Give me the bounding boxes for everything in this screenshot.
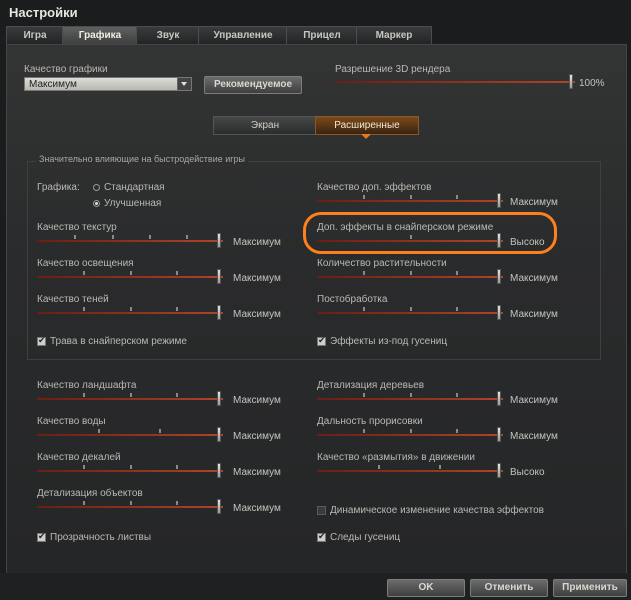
render-resolution-value: 100% [579,78,605,89]
decal-quality-label: Качество декалей [37,452,121,463]
tree-detail-slider[interactable] [317,391,503,406]
slider-thumb[interactable] [497,305,501,320]
shadow-quality-value: Максимум [233,309,281,320]
landscape-quality-slider[interactable] [37,391,223,406]
dynamic-effects-label: Динамическое изменение качества эффектов [330,505,544,516]
water-quality-label: Качество воды [37,416,106,427]
graphics-type-label: Графика: [37,182,80,193]
extra-effects-quality-label: Качество доп. эффектов [317,182,432,193]
radio-standard[interactable] [93,184,100,191]
foliage-transparency-label: Прозрачность листвы [50,532,152,543]
track-effects-checkbox[interactable] [317,335,326,346]
mode-advanced-button[interactable]: Расширенные [315,116,419,135]
water-quality-value: Максимум [233,431,281,442]
radio-improved-label: Улучшенная [104,198,162,209]
lighting-quality-value: Максимум [233,273,281,284]
highlight-annotation [303,212,557,254]
texture-quality-slider[interactable] [37,233,223,248]
tab-game[interactable]: Игра [6,26,64,44]
slider-thumb[interactable] [217,305,221,320]
foliage-transparency-checkbox[interactable] [37,531,46,542]
slider-thumb[interactable] [569,74,573,89]
landscape-quality-value: Максимум [233,395,281,406]
render-resolution-label: Разрешение 3D рендера [335,64,451,75]
texture-quality-label: Качество текстур [37,222,117,233]
render-resolution-slider[interactable] [335,74,575,89]
slider-thumb[interactable] [497,193,501,208]
window-title: Настройки [9,5,78,20]
slider-thumb[interactable] [497,463,501,478]
postprocessing-value: Максимум [510,309,558,320]
extra-effects-quality-value: Максимум [510,197,558,208]
motion-blur-value: Высоко [510,467,545,478]
motion-blur-slider[interactable] [317,463,503,478]
mode-screen-button[interactable]: Экран [213,116,317,135]
tab-controls[interactable]: Управление [198,26,288,44]
slider-thumb[interactable] [217,233,221,248]
postprocessing-slider[interactable] [317,305,503,320]
vegetation-amount-value: Максимум [510,273,558,284]
draw-distance-label: Дальность прорисовки [317,416,423,427]
motion-blur-label: Качество «размытия» в движении [317,452,475,463]
landscape-quality-label: Качество ландшафта [37,380,137,391]
apply-button[interactable]: Применить [553,579,627,597]
slider-thumb[interactable] [217,463,221,478]
tab-sight[interactable]: Прицел [286,26,358,44]
slider-thumb[interactable] [217,269,221,284]
slider-thumb[interactable] [217,427,221,442]
decal-quality-value: Максимум [233,467,281,478]
graphics-quality-select[interactable]: Максимум [24,77,192,91]
object-detail-value: Максимум [233,503,281,514]
group-title: Значительно влияющие на быстродействие и… [36,154,249,164]
tree-detail-value: Максимум [510,395,558,406]
object-detail-label: Детализация объектов [37,488,143,499]
tab-marker[interactable]: Маркер [356,26,432,44]
decal-quality-slider[interactable] [37,463,223,478]
ok-button[interactable]: OK [387,579,465,597]
draw-distance-slider[interactable] [317,427,503,442]
slider-thumb[interactable] [497,427,501,442]
vegetation-amount-label: Количество растительности [317,258,447,269]
chevron-down-icon[interactable] [177,78,191,90]
lighting-quality-slider[interactable] [37,269,223,284]
postprocessing-label: Постобработка [317,294,388,305]
mode-switch: Экран Расширенные [213,116,419,139]
texture-quality-value: Максимум [233,237,281,248]
slider-track [335,81,575,83]
radio-standard-label: Стандартная [104,182,165,193]
tab-sound[interactable]: Звук [136,26,200,44]
grass-sniper-label: Трава в снайперском режиме [50,336,187,347]
track-effects-label: Эффекты из-под гусениц [330,336,448,347]
graphics-quality-label: Качество графики [24,64,108,75]
vegetation-amount-slider[interactable] [317,269,503,284]
draw-distance-value: Максимум [510,431,558,442]
tree-detail-label: Детализация деревьев [317,380,425,391]
track-marks-checkbox[interactable] [317,531,326,542]
tab-graphics[interactable]: Графика [62,26,138,45]
recommended-button[interactable]: Рекомендуемое [204,76,302,94]
object-detail-slider[interactable] [37,499,223,514]
water-quality-slider[interactable] [37,427,223,442]
extra-effects-quality-slider[interactable] [317,193,503,208]
radio-improved[interactable] [93,200,100,207]
cancel-button[interactable]: Отменить [470,579,548,597]
shadow-quality-label: Качество теней [37,294,109,305]
active-indicator-icon [361,134,371,139]
shadow-quality-slider[interactable] [37,305,223,320]
slider-thumb[interactable] [217,499,221,514]
graphics-quality-value: Максимум [29,79,77,90]
slider-thumb[interactable] [217,391,221,406]
grass-sniper-checkbox[interactable] [37,335,46,346]
dynamic-effects-checkbox[interactable] [317,506,326,515]
slider-thumb[interactable] [497,391,501,406]
slider-thumb[interactable] [497,269,501,284]
track-marks-label: Следы гусениц [330,532,401,543]
lighting-quality-label: Качество освещения [37,258,134,269]
